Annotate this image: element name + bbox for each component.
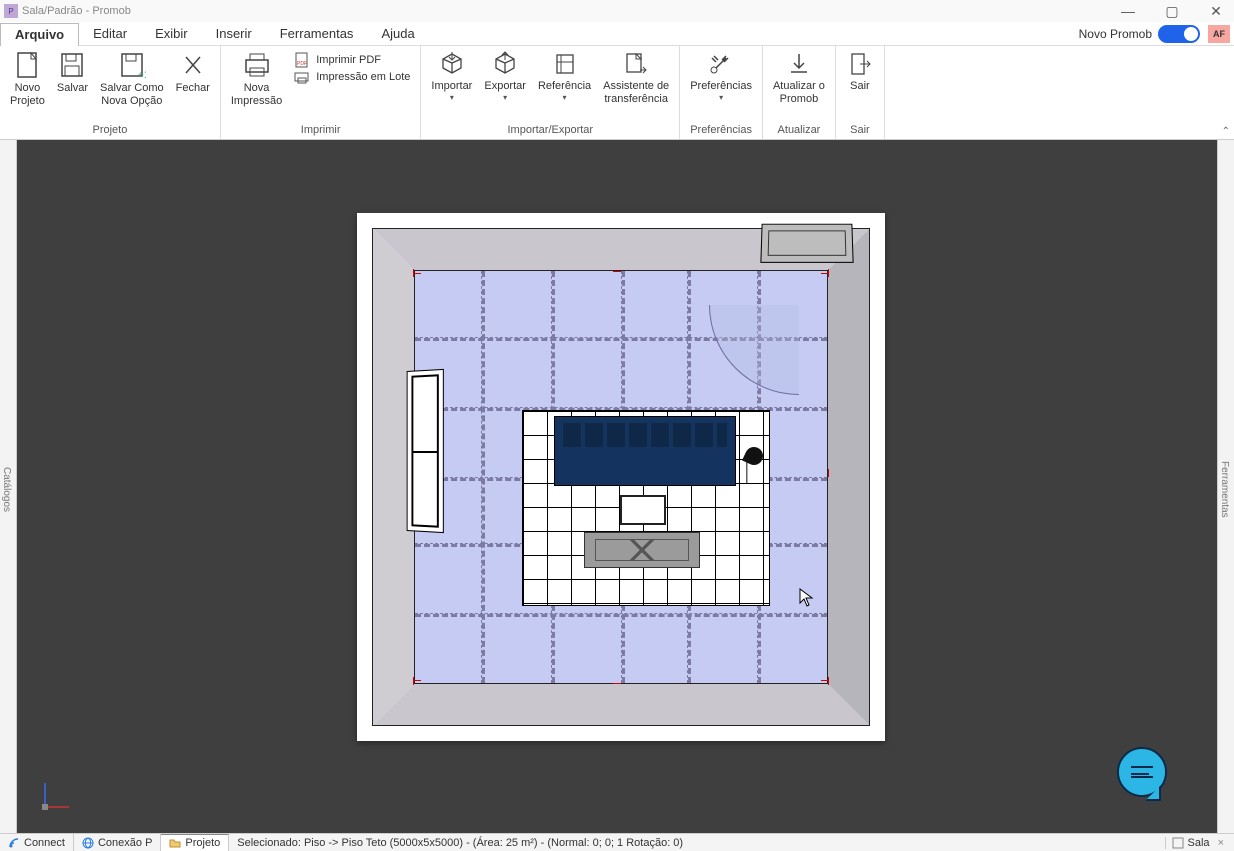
wall-right (827, 228, 870, 726)
tab-catalogos[interactable]: Catálogos (1, 465, 12, 514)
door-swing-arc (709, 305, 799, 395)
chat-icon (1131, 766, 1153, 778)
importar-button[interactable]: Importar ▾ (425, 48, 478, 104)
status-tab-sala[interactable]: Sala × (1165, 837, 1234, 849)
app-icon: P (4, 4, 18, 18)
close-button[interactable]: ✕ (1202, 3, 1230, 20)
user-badge[interactable]: AF (1208, 25, 1230, 43)
workspace: Catálogos Itens Extras Inserção Automáti… (0, 140, 1234, 833)
group-label: Projeto (0, 122, 220, 139)
sair-button[interactable]: Sair (840, 48, 880, 95)
import-icon (438, 50, 466, 78)
reference-icon (551, 50, 579, 78)
sofa[interactable] (555, 417, 735, 485)
wall-bottom (372, 683, 870, 726)
window-title: Sala/Padrão - Promob (22, 5, 131, 17)
status-tab-projeto[interactable]: Projeto (161, 834, 229, 851)
close-tab-icon[interactable]: × (1214, 837, 1228, 849)
center-table[interactable] (620, 495, 666, 525)
menubar: Arquivo Editar Exibir Inserir Ferramenta… (0, 22, 1234, 46)
salvar-button[interactable]: Salvar (51, 48, 94, 97)
chat-help-button[interactable] (1117, 747, 1167, 797)
left-panel-tabs: Catálogos Itens Extras Inserção Automáti… (0, 140, 17, 833)
assistente-transferencia-button[interactable]: Assistente de transferência (597, 48, 675, 107)
save-icon (58, 50, 86, 80)
canvas-3d-viewport[interactable] (17, 140, 1217, 833)
menu-tab-exibir[interactable]: Exibir (141, 22, 202, 46)
titlebar: P Sala/Padrão - Promob — ▢ ✕ (0, 0, 1234, 22)
ribbon-group-atualizar: Atualizar o Promob Atualizar (763, 46, 836, 139)
folder-icon (169, 837, 181, 849)
ribbon-group-sair: Sair Sair (836, 46, 885, 139)
novo-promob-label: Novo Promob (1079, 27, 1152, 41)
imprimir-pdf-button[interactable]: PDF Imprimir PDF (294, 52, 410, 68)
group-label: Imprimir (221, 122, 421, 139)
group-label: Atualizar (763, 122, 835, 139)
ribbon-group-projeto: Novo Projeto Salvar +1 Salvar Como Nova … (0, 46, 221, 139)
ribbon: Novo Projeto Salvar +1 Salvar Como Nova … (0, 46, 1234, 140)
download-icon (785, 50, 813, 78)
fechar-button[interactable]: Fechar (170, 48, 216, 97)
exit-icon (846, 50, 874, 78)
status-selection-text: Selecionado: Piso -> Piso Teto (5000x5x5… (229, 837, 1164, 849)
ribbon-group-imprimir: Nova Impressão PDF Imprimir PDF Impressã… (221, 46, 422, 139)
atualizar-button[interactable]: Atualizar o Promob (767, 48, 831, 107)
door[interactable] (761, 225, 852, 262)
tools-icon (706, 50, 736, 78)
minimize-button[interactable]: — (1114, 3, 1142, 19)
pdf-icon: PDF (294, 52, 310, 68)
preferencias-button[interactable]: Preferências ▾ (684, 48, 758, 104)
group-label: Preferências (680, 122, 762, 139)
novo-projeto-button[interactable]: Novo Projeto (4, 48, 51, 109)
toggle-switch[interactable] (1158, 25, 1200, 43)
batch-print-icon (294, 69, 310, 85)
chevron-down-icon: ▾ (450, 93, 454, 102)
tab-ferramentas[interactable]: Ferramentas (1219, 459, 1230, 520)
impressao-lote-button[interactable]: Impressão em Lote (294, 69, 410, 85)
menu-tab-arquivo[interactable]: Arquivo (0, 23, 79, 47)
statusbar: Connect Conexão P Projeto Selecionado: P… (0, 833, 1234, 851)
right-panel-tabs: Ferramentas Propriedades (1217, 140, 1234, 833)
menu-tab-ajuda[interactable]: Ajuda (367, 22, 428, 46)
window[interactable] (408, 370, 443, 532)
menu-tab-ferramentas[interactable]: Ferramentas (266, 22, 368, 46)
salvar-como-button[interactable]: +1 Salvar Como Nova Opção (94, 48, 170, 109)
svg-text:PDF: PDF (297, 61, 307, 67)
ribbon-group-import-export: Importar ▾ Exportar ▾ Referência ▾ Assis… (421, 46, 680, 139)
referencia-button[interactable]: Referência ▾ (532, 48, 597, 104)
floor[interactable] (415, 271, 827, 683)
group-label: Importar/Exportar (421, 122, 679, 139)
chevron-down-icon: ▾ (563, 93, 567, 102)
globe-icon (82, 837, 94, 849)
svg-text:+1: +1 (138, 70, 146, 80)
status-tab-conexao[interactable]: Conexão P (74, 834, 161, 851)
room-icon (1172, 837, 1184, 849)
tv-unit[interactable] (585, 533, 699, 567)
printer-icon (241, 50, 273, 80)
ribbon-group-preferencias: Preferências ▾ Preferências (680, 46, 763, 139)
status-tab-connect[interactable]: Connect (0, 834, 74, 851)
save-as-icon: +1 (118, 50, 146, 80)
nova-impressao-button[interactable]: Nova Impressão (225, 48, 288, 109)
floorplan-page (357, 213, 885, 741)
close-x-icon (179, 50, 207, 80)
new-file-icon (13, 50, 41, 80)
exportar-button[interactable]: Exportar ▾ (478, 48, 532, 104)
chevron-down-icon: ▾ (503, 93, 507, 102)
export-icon (491, 50, 519, 78)
menu-tab-inserir[interactable]: Inserir (202, 22, 266, 46)
novo-promob-toggle[interactable]: Novo Promob (1079, 25, 1200, 43)
transfer-icon (622, 50, 650, 78)
maximize-button[interactable]: ▢ (1158, 3, 1186, 20)
group-label: Sair (836, 122, 884, 139)
menu-tab-editar[interactable]: Editar (79, 22, 141, 46)
ribbon-collapse-icon[interactable]: ⌃ (1222, 126, 1230, 137)
chevron-down-icon: ▾ (719, 93, 723, 102)
rss-icon (8, 837, 20, 849)
axis-gizmo[interactable] (39, 777, 75, 813)
